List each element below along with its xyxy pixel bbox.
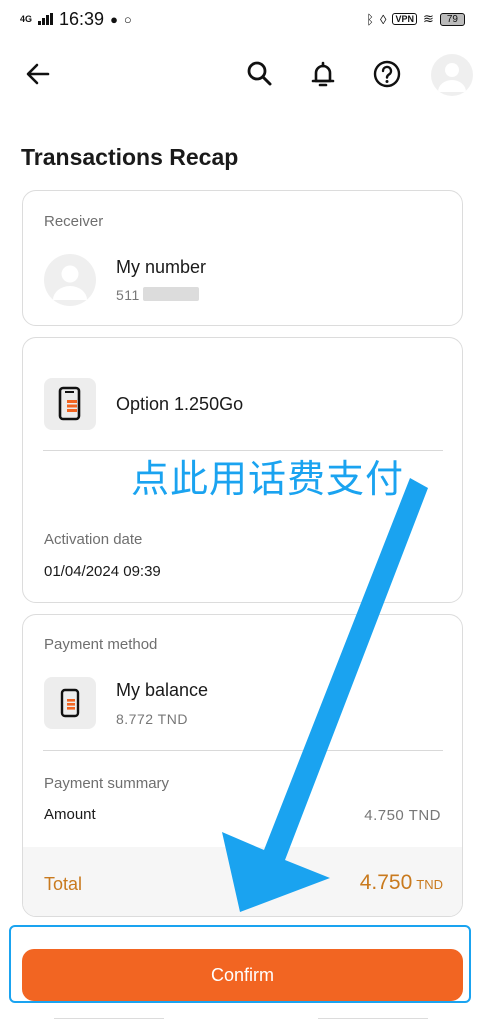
next-element-edge [54,1018,164,1024]
next-element-edge [318,1018,428,1024]
confirm-button[interactable]: Confirm [22,949,463,1001]
annotation-arrow [222,478,428,912]
